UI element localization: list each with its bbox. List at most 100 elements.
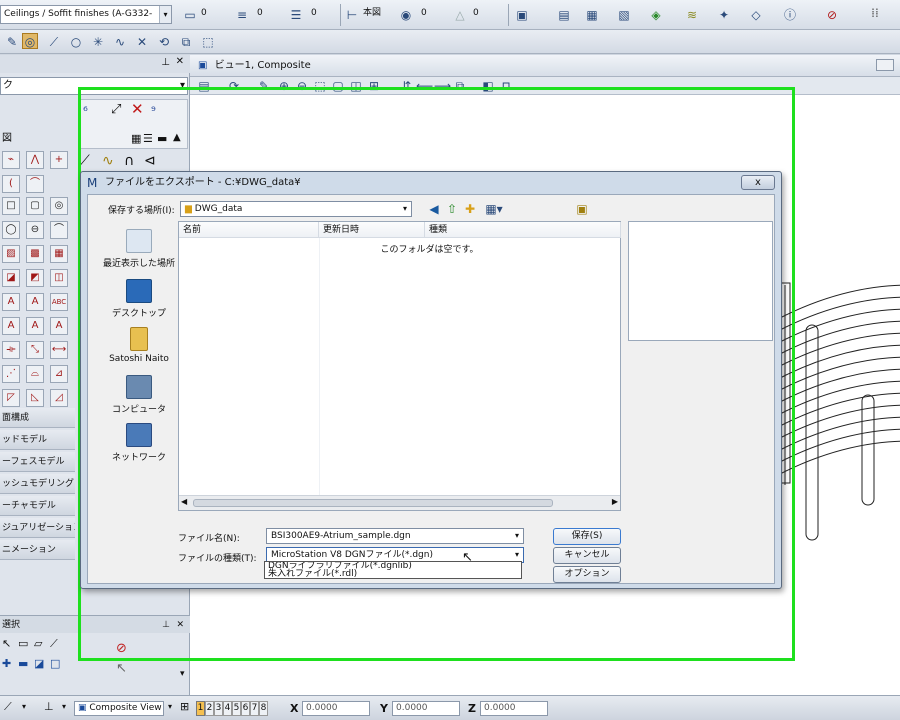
x-coordinate-field[interactable]: 0.0000: [302, 701, 370, 716]
task-combo[interactable]: ク ▾: [0, 77, 188, 95]
cancel-button[interactable]: キャンセル: [553, 547, 621, 564]
up-folder-icon[interactable]: ⇧: [444, 201, 460, 217]
tool-icon-17[interactable]: ◫: [50, 269, 68, 287]
chevron-down-icon[interactable]: ▾: [159, 6, 171, 23]
transform-tool-icon[interactable]: ⟲: [156, 34, 172, 50]
tool-icon-26[interactable]: ⟷: [50, 341, 68, 359]
level-combo[interactable]: Ceilings / Soffit finishes (A-G332- ▾: [0, 5, 172, 24]
pen-icon[interactable]: ✎: [4, 34, 20, 50]
tool-icon-21[interactable]: A: [2, 317, 20, 335]
tool-icon-11[interactable]: ⌒: [50, 221, 68, 239]
tool-icon-30[interactable]: ◸: [2, 389, 20, 407]
save-button[interactable]: 保存(S): [553, 528, 621, 545]
walk-icon[interactable]: ⇵: [398, 78, 414, 94]
grip-icon[interactable]: ⁞⁞: [860, 5, 890, 21]
stack-icon[interactable]: ◈: [648, 7, 664, 23]
place-line-icon[interactable]: ⟋: [80, 153, 90, 169]
view-grid-icon[interactable]: ▦: [131, 132, 141, 145]
view-menu-icon[interactable]: ▦▾: [482, 201, 506, 217]
active-tool-icon[interactable]: ◎: [22, 33, 38, 49]
tool-icon-22[interactable]: A: [26, 317, 44, 335]
fit-view-icon[interactable]: ▢: [330, 78, 346, 94]
chevron-down-icon[interactable]: ▾: [22, 702, 26, 711]
select-shape-icon[interactable]: ▱: [34, 637, 42, 650]
minimize-icon[interactable]: [876, 59, 894, 71]
display-style-icon[interactable]: ◧: [480, 78, 496, 94]
previous-view-icon[interactable]: ⟵: [416, 78, 433, 94]
grid-icon[interactable]: ⊞: [180, 700, 189, 713]
place-user[interactable]: Satoshi Naito: [96, 327, 182, 364]
tool-icon-13[interactable]: ▩: [26, 245, 44, 263]
close-button[interactable]: x: [741, 175, 775, 190]
tool-icon-5[interactable]: ⌒: [26, 175, 44, 193]
model-icon[interactable]: ⊢: [344, 7, 360, 23]
delete-icon[interactable]: ✕: [131, 100, 144, 118]
select-arrow-icon[interactable]: ↖: [2, 637, 11, 650]
view-number-button[interactable]: 4: [223, 701, 232, 716]
model-combo[interactable]: 本図: [360, 5, 390, 24]
layers-icon[interactable]: ≋: [684, 7, 700, 23]
tool-icon-29[interactable]: ⊿: [50, 365, 68, 383]
line-weight-icon[interactable]: ☰: [288, 7, 304, 23]
view-number-button[interactable]: 2: [205, 701, 214, 716]
transparency-icon[interactable]: △: [452, 7, 468, 23]
pointer-icon[interactable]: ↖: [116, 661, 127, 676]
tool-icon-4[interactable]: (: [2, 175, 20, 193]
raster-icon[interactable]: ▧: [616, 7, 632, 23]
copy-tool-icon[interactable]: ⧉: [178, 34, 194, 50]
weight-icon[interactable]: ≡: [234, 7, 250, 23]
scroll-left-icon[interactable]: ◀: [181, 497, 187, 506]
copy-view-icon[interactable]: ⧉: [452, 78, 468, 94]
column-header-type[interactable]: 種類: [425, 222, 621, 238]
curve-tool-icon[interactable]: ∿: [112, 34, 128, 50]
tool-icon-3[interactable]: +: [50, 151, 68, 169]
options-button[interactable]: オプション: [553, 566, 621, 583]
column-header-date[interactable]: 更新日時: [319, 222, 425, 238]
chevron-down-icon[interactable]: ▾: [62, 702, 66, 711]
pin-icon[interactable]: ⊥: [162, 616, 170, 634]
category-item[interactable]: ッシュモデリング: [0, 474, 75, 494]
tool-icon-24[interactable]: ⟛: [2, 341, 20, 359]
references-icon[interactable]: ▦: [584, 7, 600, 23]
no-selection-icon[interactable]: ⊘: [116, 641, 127, 656]
view-number-button[interactable]: 7: [250, 701, 259, 716]
tool-icon-31[interactable]: ◺: [26, 389, 44, 407]
select-element-icon[interactable]: ▣: [514, 7, 530, 23]
tool-icon-15[interactable]: ◪: [2, 269, 20, 287]
update-view-icon[interactable]: ⟳: [226, 78, 242, 94]
tool-icon-9[interactable]: ◯: [2, 221, 20, 239]
tool-icon-14[interactable]: ▦: [50, 245, 68, 263]
category-item[interactable]: ニメーション: [0, 540, 75, 560]
tool-icon-32[interactable]: ◿: [50, 389, 68, 407]
view-number-button[interactable]: 8: [259, 701, 268, 716]
settings-icon[interactable]: ✦: [716, 7, 732, 23]
category-item[interactable]: ーフェスモデル: [0, 452, 75, 472]
select-box-icon[interactable]: ▭: [18, 637, 28, 650]
view-attrs-icon[interactable]: ▤: [196, 78, 212, 94]
frame-tool-icon[interactable]: ⬚: [200, 34, 216, 50]
counter-c[interactable]: 0: [308, 5, 334, 24]
category-item[interactable]: ジュアリゼーション: [0, 518, 75, 538]
chevron-down-icon[interactable]: ▾: [180, 669, 185, 679]
no-entry-icon[interactable]: ⊘: [824, 7, 840, 23]
pan-view-icon[interactable]: ⊞: [366, 78, 382, 94]
chevron-down-icon[interactable]: ▾: [511, 548, 523, 562]
edit-view-icon[interactable]: ✎: [256, 78, 272, 94]
close-icon[interactable]: ✕: [176, 616, 184, 634]
select-line-icon[interactable]: ⟋: [50, 637, 58, 651]
clip-icon[interactable]: ⊓: [498, 78, 514, 94]
horizontal-scrollbar[interactable]: ◀ ▶: [179, 495, 620, 510]
view-number-button[interactable]: 1: [196, 701, 205, 716]
accusnap-icon[interactable]: ⟋: [4, 700, 12, 714]
place-recent[interactable]: 最近表示した場所: [96, 229, 182, 269]
view-list-icon[interactable]: ☰: [143, 132, 153, 145]
pin-icon[interactable]: ⊥: [161, 57, 170, 68]
tool-icon-16[interactable]: ◩: [26, 269, 44, 287]
clear-icon[interactable]: □: [50, 657, 60, 670]
tool-icon-6[interactable]: □: [2, 197, 20, 215]
filetype-dropdown-list[interactable]: DGNライブラリファイル(*.dgnlib) 朱入れファイル(*.rdl): [264, 561, 522, 579]
tool-icon-2[interactable]: ⋀: [26, 151, 44, 169]
file-list[interactable]: 名前 更新日時 種類 このフォルダは空です。 ◀ ▶: [178, 221, 621, 511]
tool-icon-25[interactable]: ⤡: [26, 341, 44, 359]
chevron-down-icon[interactable]: ▾: [399, 202, 411, 216]
